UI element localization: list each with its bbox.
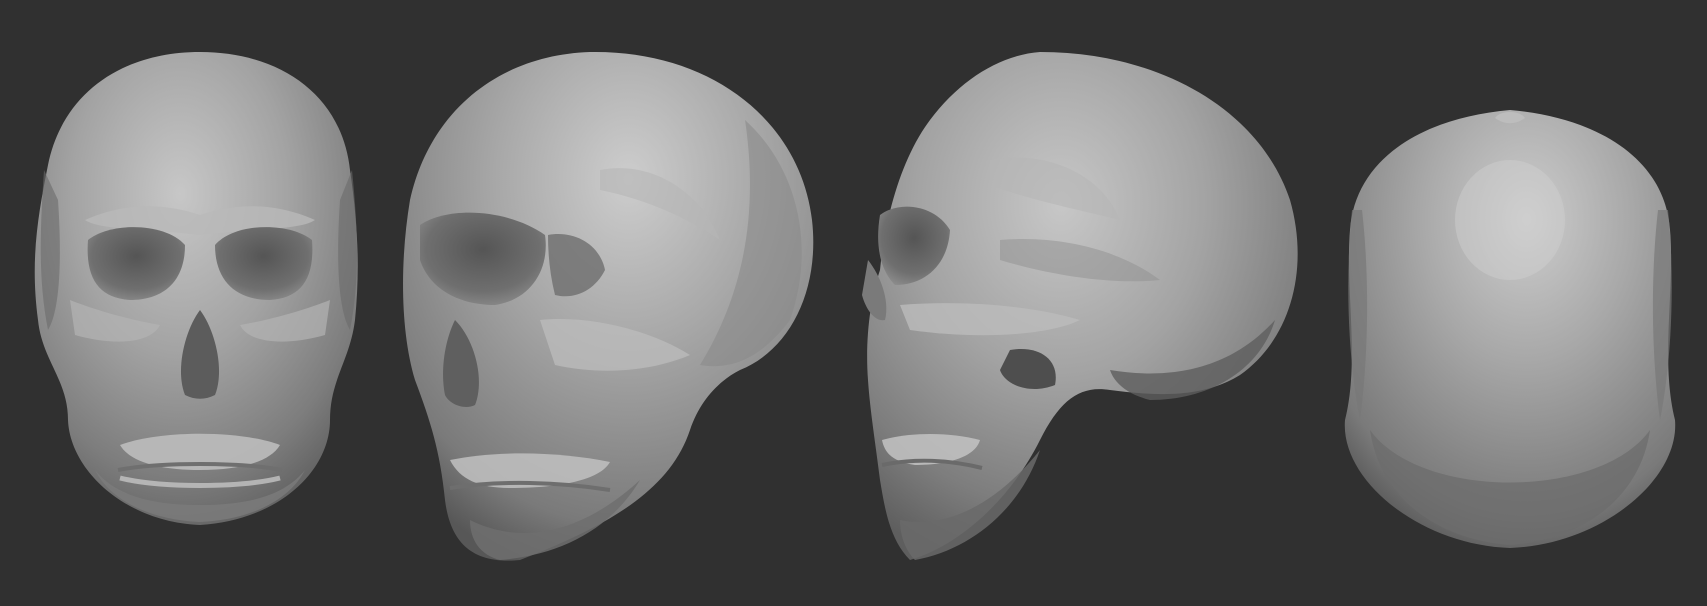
skull-front-view: [34, 52, 358, 525]
skull-back-view: [1344, 110, 1676, 548]
sculpt-viewport[interactable]: [0, 0, 1707, 606]
skull-side-view: [862, 52, 1298, 560]
skull-three-quarter-view: [403, 51, 814, 561]
skull-render-canvas: [34, 51, 1676, 561]
